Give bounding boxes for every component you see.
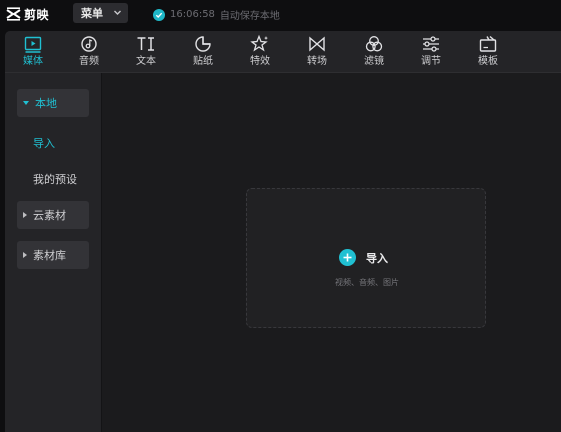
- sidebar-group-library[interactable]: 素材库: [17, 241, 89, 269]
- tab-effects-label: 特效: [250, 56, 270, 67]
- app-name: 剪映: [24, 7, 50, 22]
- tab-effects[interactable]: 特效: [238, 34, 282, 71]
- tab-transition[interactable]: 转场: [295, 34, 339, 71]
- sticker-icon: [195, 36, 211, 52]
- sidebar-group-label: 素材库: [33, 249, 66, 262]
- import-label: 导入: [366, 251, 388, 265]
- save-text: 自动保存本地: [219, 11, 280, 22]
- sidebar-item-my-presets[interactable]: 我的预设: [33, 171, 77, 187]
- tab-template-label: 模板: [478, 56, 498, 67]
- tab-sticker[interactable]: 贴纸: [181, 34, 225, 71]
- tab-transition-label: 转场: [307, 56, 327, 67]
- menu-button[interactable]: 菜单: [73, 3, 128, 23]
- sidebar-group-label: 云素材: [33, 209, 66, 222]
- asset-toolbar: 媒体 音频 文本 贴纸 特效 转场 滤镜 调节 模板: [5, 31, 561, 73]
- save-time: 16:06:58: [170, 9, 215, 20]
- text-icon: [137, 37, 154, 51]
- autosave-status: 16:06:58 自动保存本地: [153, 7, 280, 22]
- app-logo: 剪映: [6, 6, 49, 22]
- template-icon: [479, 35, 497, 52]
- tab-filter-label: 滤镜: [364, 56, 384, 67]
- caret-right-icon: [23, 252, 27, 258]
- transition-icon: [309, 36, 325, 52]
- sidebar-item-import[interactable]: 导入: [33, 135, 55, 151]
- tab-template[interactable]: 模板: [466, 34, 510, 71]
- plus-circle-icon: [339, 249, 356, 266]
- tab-text[interactable]: 文本: [124, 34, 168, 71]
- capcut-logo-icon: [6, 7, 21, 21]
- caret-down-icon: [23, 101, 29, 105]
- import-button[interactable]: 导入: [339, 249, 388, 266]
- tab-text-label: 文本: [136, 56, 156, 67]
- tab-adjust-label: 调节: [421, 56, 441, 67]
- sidebar-group-local[interactable]: 本地: [17, 89, 89, 117]
- check-circle-icon: [153, 8, 165, 21]
- sidebar-group-label: 本地: [35, 97, 57, 110]
- tab-audio[interactable]: 音频: [67, 34, 111, 71]
- filter-icon: [365, 36, 383, 52]
- audio-icon: [81, 36, 97, 52]
- sidebar-group-cloud[interactable]: 云素材: [17, 201, 89, 229]
- tab-adjust[interactable]: 调节: [409, 34, 453, 71]
- adjust-icon: [423, 36, 439, 52]
- tab-filter[interactable]: 滤镜: [352, 34, 396, 71]
- import-dropzone[interactable]: 导入 视频、音频、图片: [246, 188, 486, 328]
- effects-icon: [250, 34, 268, 52]
- media-icon: [24, 36, 42, 53]
- chevron-down-icon: [114, 10, 121, 15]
- tab-media-label: 媒体: [23, 56, 43, 67]
- import-hint: 视频、音频、图片: [335, 278, 399, 287]
- title-bar: 剪映 菜单 16:06:58 自动保存本地: [0, 0, 561, 28]
- tab-media[interactable]: 媒体: [11, 34, 55, 71]
- caret-right-icon: [23, 212, 27, 218]
- tab-audio-label: 音频: [79, 56, 99, 67]
- menu-label: 菜单: [81, 7, 103, 20]
- media-panel: 媒体 音频 文本 贴纸 特效 转场 滤镜 调节 模板 本地 导入 我的预设 云素…: [5, 31, 561, 432]
- media-sidebar: 本地 导入 我的预设 云素材 素材库: [5, 73, 102, 432]
- tab-sticker-label: 贴纸: [193, 56, 213, 67]
